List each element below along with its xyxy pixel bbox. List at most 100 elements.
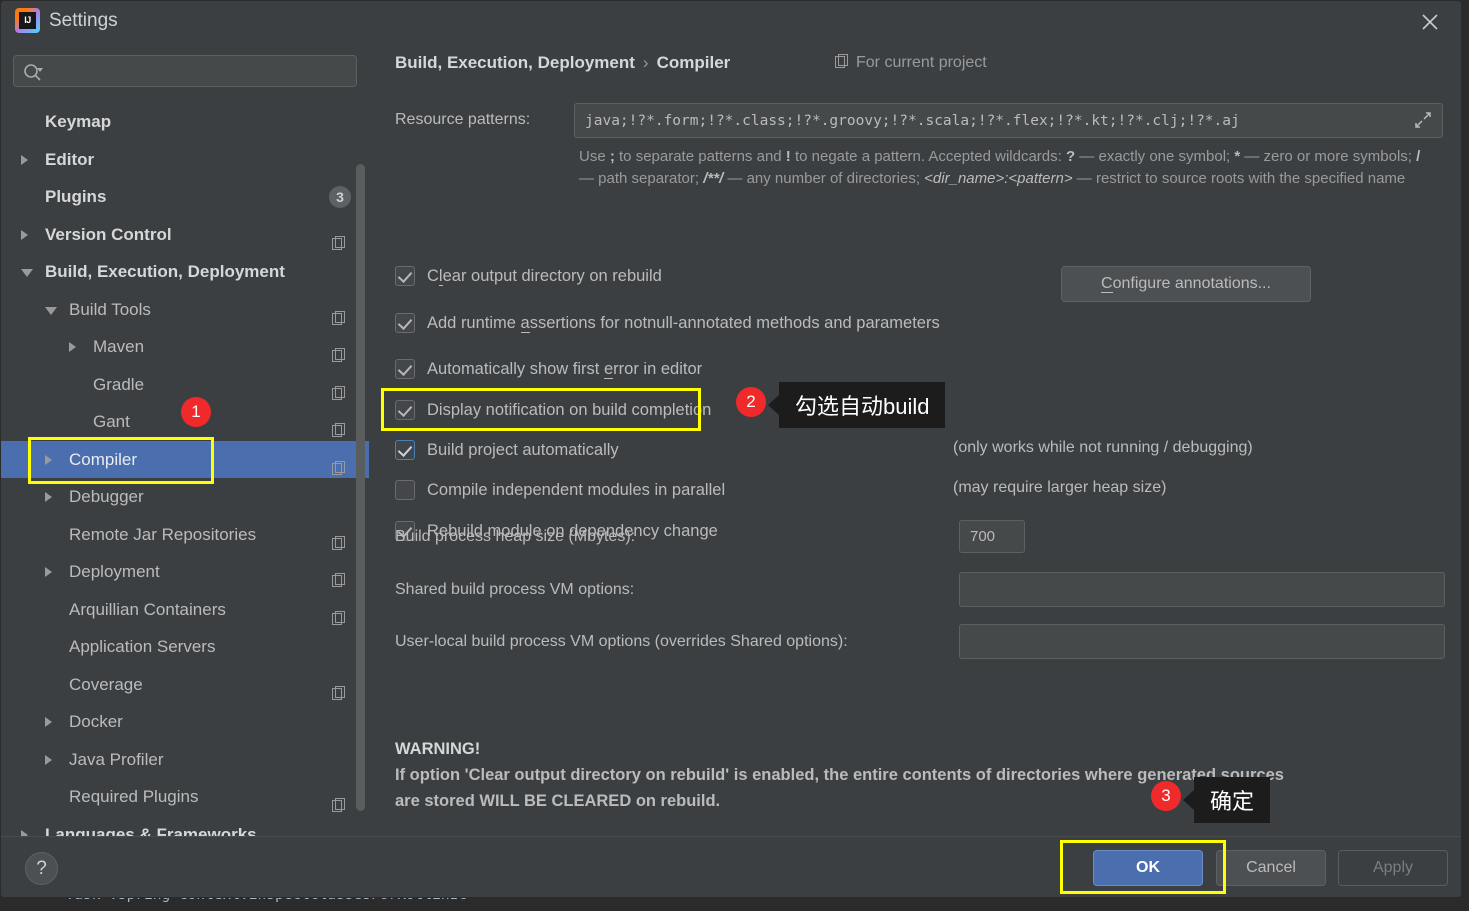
chevron-right-icon[interactable]: [45, 754, 52, 765]
annotation-badge-3: 3: [1151, 781, 1181, 811]
configure-annotations-mnemonic: C: [1101, 275, 1113, 293]
sidebar-item-application-servers[interactable]: Application Servers: [1, 628, 369, 666]
breadcrumb-root[interactable]: Build, Execution, Deployment: [395, 53, 635, 72]
checkbox-label: Automatically show first error in editor: [427, 357, 702, 381]
ok-button[interactable]: OK: [1093, 850, 1203, 886]
sidebar-item-label: Debugger: [69, 487, 144, 506]
sidebar-item-label: Build, Execution, Deployment: [45, 262, 285, 281]
chevron-right-icon[interactable]: [69, 342, 76, 352]
sidebar-item-remote-jar-repositories[interactable]: Remote Jar Repositories: [1, 516, 369, 554]
chevron-right-icon[interactable]: [21, 154, 28, 165]
sidebar-item-version-control[interactable]: Version Control: [1, 216, 369, 254]
breadcrumb-leaf: Compiler: [656, 53, 731, 72]
warning-title: WARNING!: [395, 740, 481, 758]
sidebar-item-build-tools[interactable]: Build Tools: [1, 291, 369, 329]
sidebar-item-maven[interactable]: Maven: [1, 328, 369, 366]
intellij-idea-logo-icon: [15, 8, 40, 33]
hint-frag-10: source roots with the specified name: [1161, 170, 1406, 187]
sidebar-item-build-execution-deployment[interactable]: Build, Execution, Deployment: [1, 253, 369, 291]
sidebar-item-docker[interactable]: Docker: [1, 703, 369, 741]
sidebar-item-label: Deployment: [69, 562, 160, 581]
sidebar-item-label: Plugins: [45, 187, 107, 206]
hint-globstar: /**/: [703, 170, 724, 187]
chevron-right-icon[interactable]: [45, 492, 52, 502]
hint-frag-3: to negate a pattern. Accepted wildcards:: [790, 148, 1066, 165]
chevron-down-icon[interactable]: [45, 306, 57, 315]
sidebar-item-languages-frameworks[interactable]: Languages & Frameworks: [1, 816, 369, 836]
compiler-settings-panel: Build, Execution, Deployment › Compiler Fo…: [369, 41, 1461, 836]
sidebar-item-plugins[interactable]: Plugins 3: [1, 178, 369, 216]
checkbox-label-pre: C: [427, 267, 439, 285]
checkbox-label: Compile independent modules in parallel: [427, 478, 725, 502]
configure-annotations-post: onfigure annotations...: [1112, 275, 1271, 292]
sidebar-item-editor[interactable]: Editor: [1, 141, 369, 179]
sidebar-item-arquillian-containers[interactable]: Arquillian Containers: [1, 591, 369, 629]
sidebar-item-coverage[interactable]: Coverage: [1, 666, 369, 704]
userlocal-vm-options-label: User-local build process VM options (ove…: [395, 633, 848, 650]
heap-size-input[interactable]: [959, 520, 1025, 553]
chevron-down-icon[interactable]: [21, 269, 33, 277]
checkbox-label-pre: Build project automatically: [427, 441, 619, 459]
hint-frag-6: more symbols;: [1314, 148, 1417, 165]
settings-tree: Keymap Editor Plugins 3 Version Control Build…: [1, 103, 369, 836]
chevron-right-icon[interactable]: [21, 229, 28, 240]
checkbox-compile-independent-modules-in-parallel[interactable]: [395, 480, 415, 500]
annotation-tooltip-3: 确定: [1182, 777, 1271, 823]
checkbox-display-notification-on-build-completion[interactable]: [395, 400, 415, 420]
resource-patterns-label: Resource patterns:: [395, 111, 531, 128]
close-icon[interactable]: [1407, 1, 1453, 41]
cancel-button[interactable]: Cancel: [1216, 850, 1326, 886]
breadcrumb: Build, Execution, Deployment › Compiler: [395, 53, 730, 73]
search-box[interactable]: [13, 55, 357, 87]
search-input[interactable]: [54, 56, 350, 86]
expand-icon[interactable]: [1414, 111, 1455, 134]
shared-vm-options-input[interactable]: [959, 572, 1445, 607]
chevron-right-icon[interactable]: [45, 717, 52, 727]
checkbox-label-post: ssertions for notnull-annotated methods …: [529, 314, 940, 332]
checkbox-label-post: rror in editor: [613, 360, 703, 378]
configure-annotations-button[interactable]: Configure annotations...: [1061, 266, 1311, 302]
sidebar-item-java-profiler[interactable]: Java Profiler: [1, 741, 369, 779]
scope-label: For current project: [856, 54, 987, 71]
sidebar-item-label: Arquillian Containers: [69, 599, 226, 619]
chevron-right-icon[interactable]: [45, 454, 52, 465]
resource-patterns-hint: Use ; to separate patterns and ! to nega…: [579, 146, 1439, 190]
sidebar-item-label: Required Plugins: [69, 787, 199, 806]
search-field-wrapper: [13, 55, 357, 87]
sidebar-item-keymap[interactable]: Keymap: [1, 103, 369, 141]
checkbox-add-runtime-assertions-for-notnull-annot[interactable]: [395, 313, 415, 333]
sidebar-item-label: Java Profiler: [69, 749, 164, 769]
hint-frag-5: — zero or: [1240, 148, 1311, 165]
sidebar-item-debugger[interactable]: Debugger: [1, 478, 369, 516]
annotation-badge-1: 1: [181, 397, 211, 427]
hint-frag-8: — any number of directories;: [723, 170, 925, 187]
checkbox-label-pre: Automatically show first: [427, 360, 604, 378]
annotation-badge-2: 2: [736, 387, 766, 417]
window-title: Settings: [49, 10, 118, 31]
sidebar-item-label: Gant: [93, 412, 130, 431]
userlocal-vm-options-input[interactable]: [959, 624, 1445, 659]
sidebar-item-deployment[interactable]: Deployment: [1, 553, 369, 591]
dialog-footer: ? OK Cancel Apply: [1, 836, 1461, 897]
settings-sidebar: Keymap Editor Plugins 3 Version Control Build…: [1, 41, 369, 836]
apply-button: Apply: [1338, 850, 1448, 886]
chevron-right-icon[interactable]: [45, 567, 52, 577]
help-button[interactable]: ?: [25, 852, 58, 885]
sidebar-item-label: Docker: [69, 712, 123, 731]
sidebar-item-label: Keymap: [45, 112, 112, 131]
annotation-tooltip-2: 勾选自动build: [767, 382, 946, 428]
checkbox-build-project-automatically[interactable]: [395, 440, 415, 460]
sidebar-item-required-plugins[interactable]: Required Plugins: [1, 778, 369, 816]
resource-patterns-input[interactable]: [574, 103, 1443, 138]
search-icon: [23, 63, 45, 86]
sidebar-item-compiler[interactable]: Compiler: [1, 440, 369, 478]
warning-block: WARNING! If option 'Clear output directo…: [395, 736, 1435, 814]
sidebar-scrollbar-thumb[interactable]: [356, 164, 365, 811]
sidebar-item-label: Application Servers: [69, 637, 216, 656]
sidebar-item-gradle[interactable]: Gradle: [1, 366, 369, 404]
checkbox-clear-output-directory-on-rebuild[interactable]: [395, 266, 415, 286]
checkbox-label-pre: Add runtime: [427, 314, 521, 332]
settings-dialog: Settings: [0, 0, 1462, 898]
hint-frag-1: Use: [579, 148, 610, 165]
checkbox-automatically-show-first-error-in-editor[interactable]: [395, 359, 415, 379]
